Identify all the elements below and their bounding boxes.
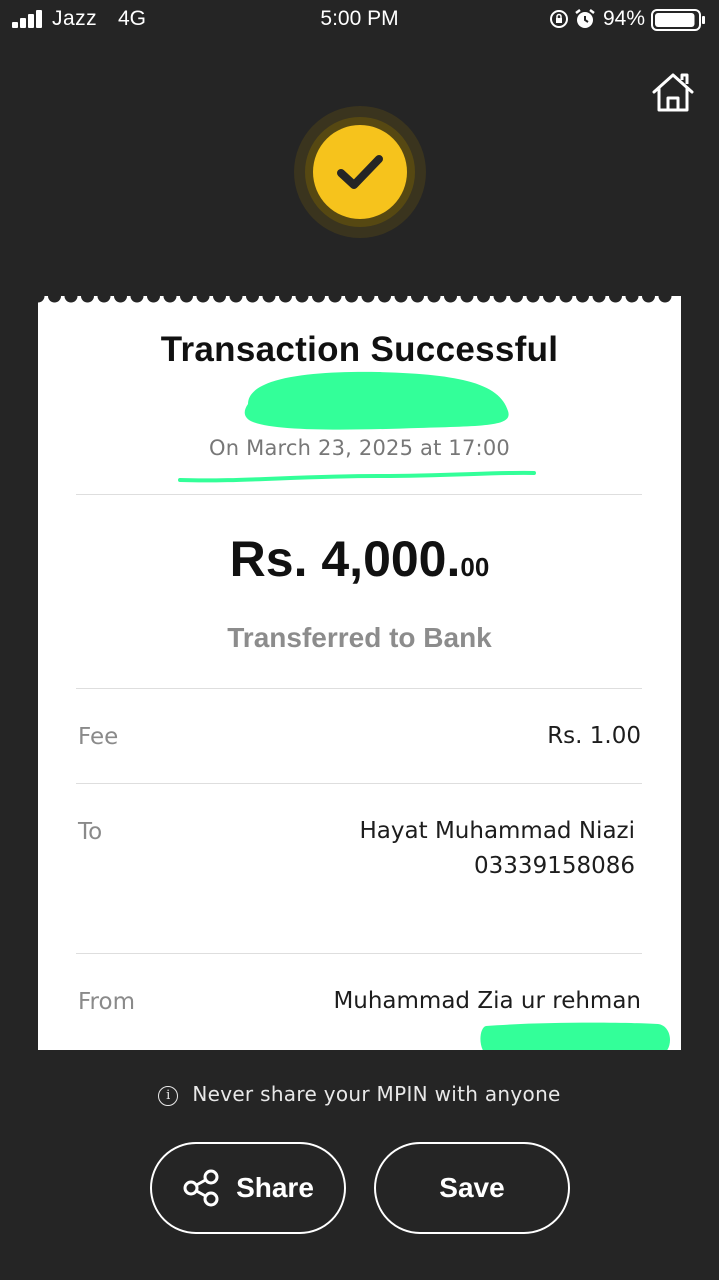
receipt-scallop xyxy=(609,296,622,303)
receipt-scallop xyxy=(196,296,210,303)
to-label: To xyxy=(78,819,103,845)
share-label: Share xyxy=(236,1172,314,1203)
status-right: 94% xyxy=(527,6,707,34)
receipt-scallop xyxy=(246,296,259,303)
sender-name: Muhammad Zia ur rehman xyxy=(333,988,641,1014)
receipt-scallop xyxy=(625,296,639,303)
underline-mark xyxy=(178,470,536,483)
divider xyxy=(76,783,642,784)
receipt-scallop xyxy=(64,296,78,303)
save-label: Save xyxy=(439,1172,505,1203)
receipt-scallop xyxy=(526,296,540,303)
receipt-scallop xyxy=(361,296,375,303)
amount-main: Rs. 4,000. xyxy=(229,531,461,587)
divider xyxy=(76,953,642,954)
receipt-scallop xyxy=(229,296,243,303)
receipt-scallop xyxy=(543,296,556,303)
receipt-scallop xyxy=(147,296,160,303)
receipt-scallop xyxy=(576,296,589,303)
receipt-scallop xyxy=(493,296,507,303)
share-icon xyxy=(183,1169,219,1207)
rotation-lock-icon xyxy=(550,10,568,28)
receipt-scallop xyxy=(510,296,523,303)
receipt-scallop xyxy=(477,296,490,303)
security-notice: i Never share your MPIN with anyone xyxy=(0,1082,719,1106)
fee-label: Fee xyxy=(78,724,119,750)
receipt-scallop xyxy=(279,296,292,303)
receipt-scallop xyxy=(38,296,45,303)
battery-icon xyxy=(651,9,705,31)
receipt-scallop xyxy=(328,296,342,303)
recipient-number: 03339158086 xyxy=(474,853,635,879)
receipt-scallop xyxy=(130,296,144,303)
transaction-date: On March 23, 2025 at 17:00 xyxy=(209,436,510,460)
receipt-scallop xyxy=(213,296,226,303)
recipient-details: Hayat Muhammad Niazi 03339158086 xyxy=(360,814,635,884)
status-bar: Jazz 4G 5:00 PM 94% xyxy=(0,0,719,40)
transfer-type: Transferred to Bank xyxy=(227,622,492,653)
fee-value: Rs. 1.00 xyxy=(547,723,641,749)
receipt-scallop xyxy=(411,296,424,303)
success-indicator xyxy=(294,106,426,238)
receipt-scallop xyxy=(114,296,127,303)
amount-cents: 00 xyxy=(460,552,490,582)
transaction-title: Transaction Successful xyxy=(160,330,559,369)
receipt-scallop xyxy=(427,296,441,303)
alarm-icon xyxy=(575,9,595,28)
save-button[interactable]: Save xyxy=(374,1142,570,1234)
receipt-scallop xyxy=(262,296,276,303)
info-icon: i xyxy=(158,1086,179,1106)
receipt-scallop xyxy=(81,296,94,303)
receipt-scallop xyxy=(658,296,672,303)
receipt-scallop xyxy=(180,296,193,303)
share-button[interactable]: Share xyxy=(150,1142,346,1234)
receipt-scallop xyxy=(97,296,111,303)
transaction-amount: Rs. 4,000.00 xyxy=(38,530,681,588)
receipt-card: Transaction Successful On March 23, 2025… xyxy=(38,296,681,1050)
receipt-scallop xyxy=(48,296,61,303)
from-label: From xyxy=(78,989,135,1015)
receipt-scallop xyxy=(295,296,309,303)
receipt-scallop xyxy=(394,296,408,303)
receipt-scallop xyxy=(312,296,325,303)
receipt-scallop xyxy=(559,296,573,303)
divider xyxy=(76,494,642,495)
checkmark-icon xyxy=(313,125,407,219)
receipt-scallop xyxy=(345,296,358,303)
recipient-name: Hayat Muhammad Niazi xyxy=(359,818,635,844)
receipt-scallop xyxy=(163,296,177,303)
redaction-mark xyxy=(244,371,509,430)
receipt-scallop xyxy=(592,296,606,303)
receipt-scallop xyxy=(460,296,474,303)
battery-percent: 94% xyxy=(602,7,645,30)
receipt-scallop xyxy=(378,296,391,303)
notice-text: Never share your MPIN with anyone xyxy=(192,1082,561,1106)
receipt-scallop xyxy=(642,296,655,303)
home-icon[interactable] xyxy=(650,70,696,114)
receipt-edge xyxy=(38,296,672,303)
redaction-mark xyxy=(480,1022,670,1050)
receipt-scallop xyxy=(444,296,457,303)
divider xyxy=(76,688,642,689)
